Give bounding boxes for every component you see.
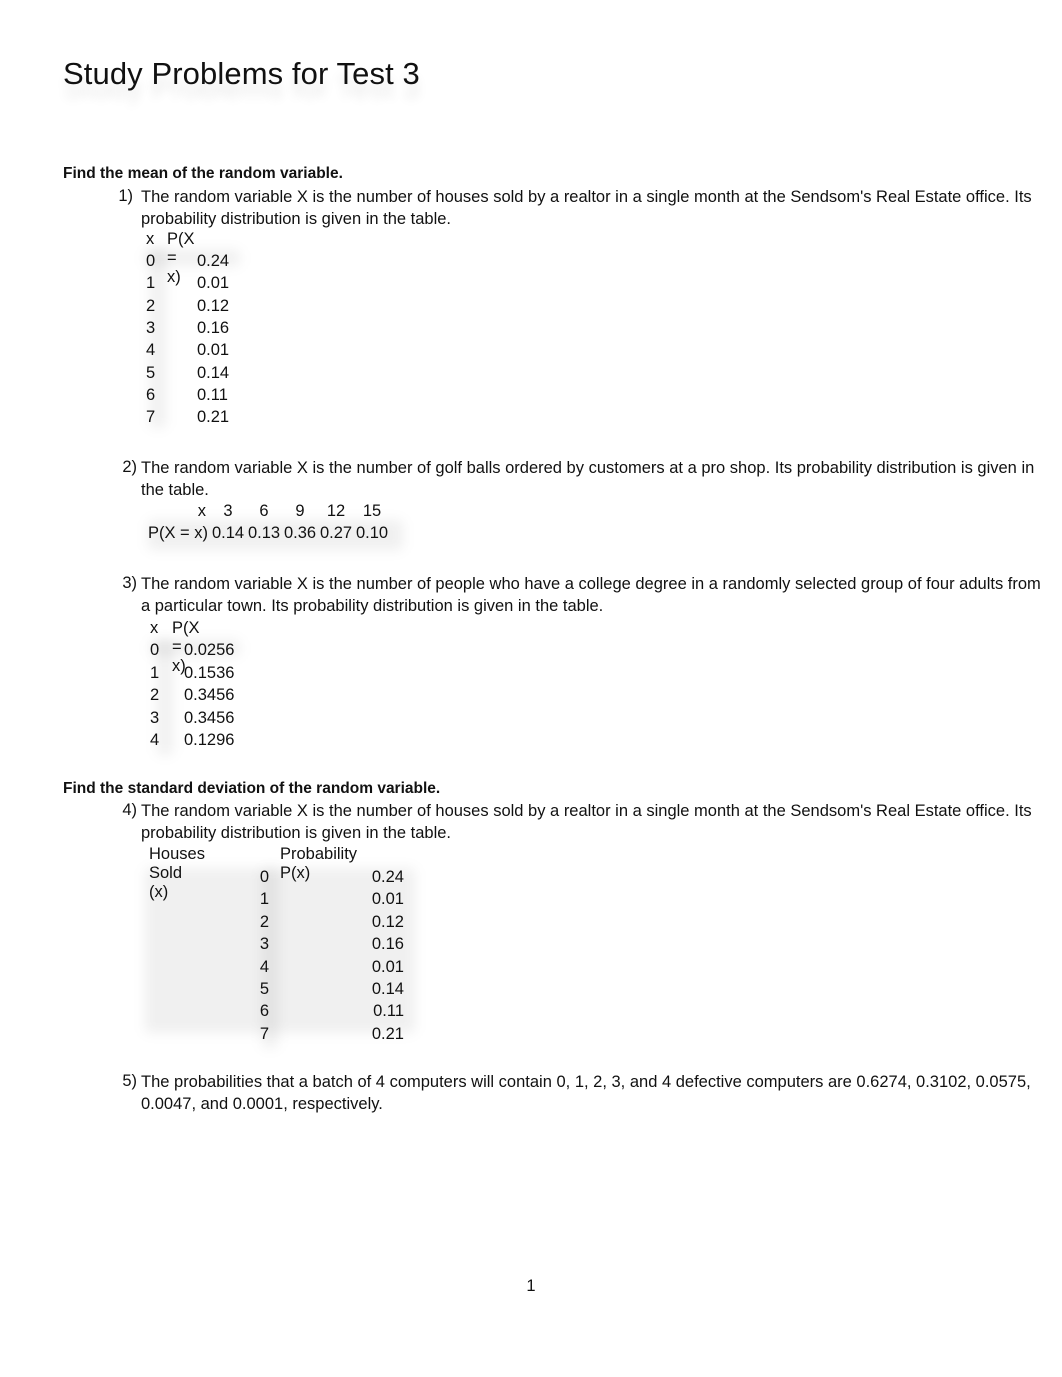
table-cell-p: 0.12 [197, 296, 230, 315]
table-cell-p: 0.36 [284, 524, 317, 542]
table-cell-p: 0.21 [197, 408, 230, 427]
table-cell-x: 6 [146, 385, 156, 404]
table-cell-p: 0.10 [356, 524, 389, 542]
table-cell-x: 6 [259, 1002, 269, 1021]
table-cell-x: 1 [150, 663, 160, 682]
table-cell-x: 5 [146, 363, 156, 382]
table-cell-x: 2 [259, 912, 269, 931]
table-cell-x: 3 [150, 708, 160, 727]
table-cell-x: 0 [259, 868, 269, 886]
problem-text: The random variable X is the number of p… [141, 575, 1041, 615]
table-cell-p: 0.16 [197, 318, 230, 337]
table-cell-p: 0.01 [197, 341, 230, 360]
table-cell-p: 0.12 [371, 912, 404, 931]
table-cell-p: 0.01 [371, 890, 404, 909]
problem-number: 4) [122, 801, 137, 819]
table-header-x: x [150, 619, 159, 637]
table-cell-p: 0.11 [373, 1002, 404, 1021]
problem-number: 1) [118, 187, 133, 205]
table-header-probability: Probability P(x) [280, 845, 358, 882]
table-row-label-p: P(X = x) [147, 524, 208, 542]
table-cell-p: 0.21 [371, 1024, 404, 1043]
table-cell-x: 6 [259, 502, 269, 520]
table-cell-x: 4 [259, 957, 269, 976]
table-cell-x: 2 [150, 686, 160, 704]
table-cell-p: 0.14 [371, 980, 404, 998]
problem-number: 2) [122, 458, 137, 476]
table-cell-p: 0.14 [212, 524, 245, 542]
table-cell-p: 0.01 [371, 957, 404, 976]
table-cell-x: 4 [150, 731, 160, 749]
section-heading-mean: Find the mean of the random variable. [63, 165, 343, 182]
problem-number: 3) [122, 574, 137, 592]
table-header-p: P(X = x) [167, 230, 195, 286]
page-number: 1 [526, 1277, 536, 1295]
table-cell-x: 12 [326, 502, 346, 520]
problem-number: 5) [122, 1072, 137, 1090]
table-cell-p: 0.11 [197, 385, 228, 404]
table-cell-p: 0.1296 [184, 731, 235, 749]
table-cell-p: 0.3456 [184, 708, 235, 727]
problem-text: The random variable X is the number of h… [141, 188, 1032, 228]
table-header-x: x [146, 230, 155, 248]
table-cell-p: 0.24 [197, 252, 230, 270]
table-cell-p: 0.1536 [184, 663, 235, 682]
table-header-houses-sold: Houses Sold (x) [149, 845, 205, 901]
table-cell-p: 0.27 [320, 524, 353, 542]
table-row-label-x: x [197, 502, 206, 520]
table-cell-x: 15 [362, 502, 382, 520]
table-cell-p: 0.0256 [184, 641, 235, 659]
problem-text: The random variable X is the number of h… [141, 802, 1032, 842]
table-cell-x: 0 [146, 252, 156, 270]
table-cell-x: 9 [295, 502, 305, 520]
section-heading-std-dev: Find the standard deviation of the rando… [63, 780, 441, 797]
table-cell-p: 0.13 [248, 524, 281, 542]
table-cell-x: 0 [150, 641, 160, 659]
document-title: Study Problems for Test 3 [63, 56, 420, 91]
table-cell-p: 0.24 [371, 868, 404, 886]
table-cell-x: 5 [259, 980, 269, 998]
table-cell-x: 3 [223, 502, 233, 520]
problem-text: The probabilities that a batch of 4 comp… [141, 1073, 1031, 1113]
table-cell-x: 7 [146, 408, 156, 427]
table-cell-p: 0.01 [197, 274, 230, 293]
table-cell-x: 3 [259, 935, 269, 954]
table-cell-x: 1 [146, 274, 156, 293]
problem-text: The random variable X is the number of g… [141, 459, 1035, 499]
table-cell-p: 0.16 [371, 935, 404, 954]
table-cell-x: 7 [259, 1024, 269, 1043]
table-cell-x: 1 [259, 890, 269, 909]
table-cell-p: 0.3456 [184, 686, 235, 704]
table-cell-x: 4 [146, 341, 156, 360]
table-cell-x: 2 [146, 296, 156, 315]
table-cell-x: 3 [146, 318, 156, 337]
table-cell-p: 0.14 [197, 363, 230, 382]
